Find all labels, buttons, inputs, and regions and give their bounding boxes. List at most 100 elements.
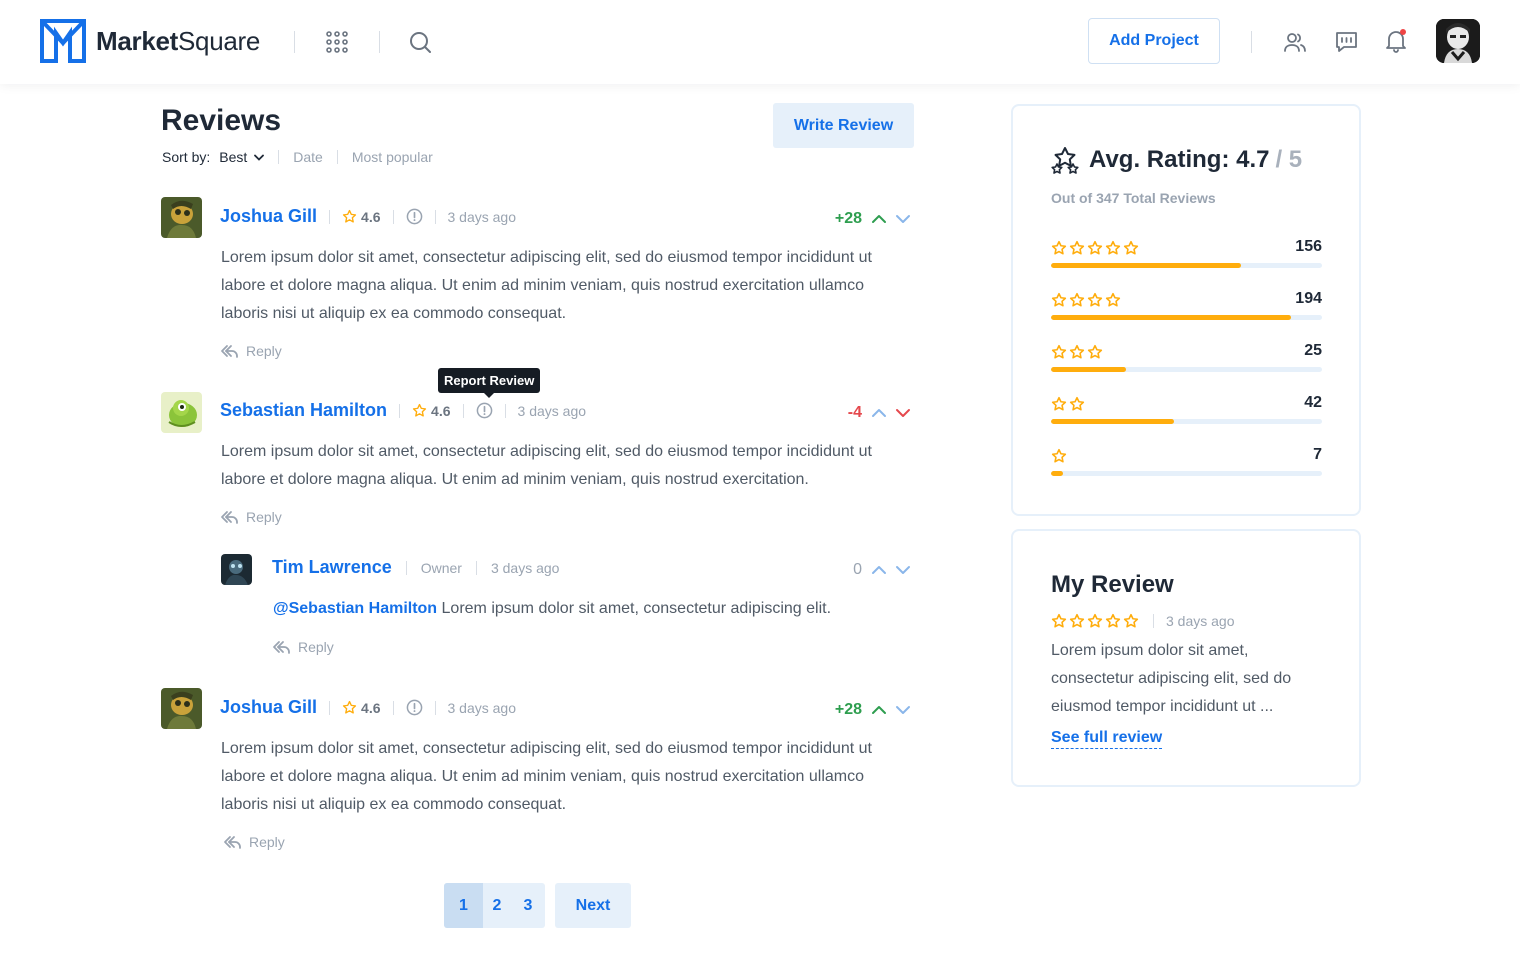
divider <box>405 560 407 575</box>
star-icon <box>1069 240 1085 255</box>
review-time: 3 days ago <box>490 559 560 576</box>
avatar[interactable] <box>161 392 202 433</box>
star-icon <box>1051 240 1067 255</box>
divider <box>1251 31 1252 53</box>
sort-dropdown[interactable]: Best <box>219 149 265 165</box>
search-icon[interactable] <box>408 30 432 54</box>
rating-bar-fill <box>1051 263 1241 268</box>
rating-count: 25 <box>1304 342 1322 359</box>
users-icon[interactable] <box>1282 30 1308 54</box>
reply-button[interactable]: Reply <box>272 639 334 655</box>
mention-link[interactable]: @Sebastian Hamilton <box>273 600 437 617</box>
star-icon <box>1123 613 1139 628</box>
star-icon <box>1105 292 1121 307</box>
rating-bar-track <box>1051 367 1322 372</box>
divider <box>278 150 280 164</box>
downvote-icon[interactable] <box>892 402 914 424</box>
row-stars <box>1051 448 1069 464</box>
star-icon <box>342 700 357 714</box>
divider <box>329 209 331 224</box>
pagination: 1 2 3 Next <box>444 883 631 928</box>
page-title: Reviews <box>161 104 282 137</box>
reply-text: @Sebastian Hamilton Lorem ipsum dolor si… <box>273 595 913 623</box>
report-icon[interactable] <box>406 208 423 225</box>
rating-bar-fill <box>1051 471 1064 476</box>
chat-icon[interactable] <box>1334 30 1358 54</box>
sort-option-most-popular[interactable]: Most popular <box>352 149 433 165</box>
upvote-icon[interactable] <box>868 559 890 581</box>
upvote-icon[interactable] <box>868 402 890 424</box>
next-page-button[interactable]: Next <box>555 883 631 928</box>
upvote-icon[interactable] <box>868 208 890 230</box>
row-stars <box>1051 240 1141 256</box>
add-project-button[interactable]: Add Project <box>1088 18 1220 64</box>
rating-row-1-stars: 7 <box>1051 446 1322 478</box>
review-time: 3 days ago <box>447 699 517 716</box>
rating-bar-fill <box>1051 419 1175 424</box>
rating-count: 7 <box>1313 446 1322 463</box>
divider <box>1153 614 1154 628</box>
total-reviews: Out of 347 Total Reviews <box>1051 190 1216 206</box>
reply-label: Reply <box>249 834 285 850</box>
page-1-button[interactable]: 1 <box>444 883 483 928</box>
user-avatar[interactable] <box>1436 19 1480 63</box>
downvote-icon[interactable] <box>892 559 914 581</box>
avatar[interactable] <box>161 688 202 729</box>
reviewer-name[interactable]: Sebastian Hamilton <box>220 400 387 421</box>
reviewer-name[interactable]: Joshua Gill <box>220 206 317 227</box>
divider <box>434 209 436 224</box>
write-review-button[interactable]: Write Review <box>773 103 914 148</box>
star-icon <box>1069 613 1085 628</box>
rating-summary-card: Avg. Rating: 4.7 / 5 Out of 347 Total Re… <box>1011 104 1361 516</box>
logo-icon[interactable] <box>40 19 86 63</box>
divider <box>434 700 436 715</box>
rating-count: 42 <box>1304 394 1322 411</box>
reply-header: Tim Lawrence Owner 3 days ago <box>272 557 559 578</box>
reviewer-name[interactable]: Joshua Gill <box>220 697 317 718</box>
reply-button[interactable]: Reply <box>220 509 282 525</box>
reply-button[interactable]: Reply <box>223 834 285 850</box>
review-rating: 4.6 <box>412 403 451 419</box>
brand-name[interactable]: MarketSquare <box>96 26 260 57</box>
downvote-icon[interactable] <box>892 208 914 230</box>
star-icon <box>1123 240 1139 255</box>
page-3-button[interactable]: 3 <box>511 883 545 928</box>
review-rating: 4.6 <box>342 699 381 716</box>
avg-rating-value: Avg. Rating: 4.7 <box>1089 146 1270 173</box>
star-icon <box>1105 240 1121 255</box>
apps-grid-icon[interactable] <box>324 30 350 54</box>
star-icon <box>1051 396 1067 411</box>
reply-button[interactable]: Reply <box>220 343 282 359</box>
rating-bar-fill <box>1051 367 1126 372</box>
review-time: 3 days ago <box>517 402 587 419</box>
sort-option-date[interactable]: Date <box>293 149 323 165</box>
divider <box>392 209 394 224</box>
report-icon[interactable] <box>476 402 493 419</box>
rating-value: 4.6 <box>361 699 381 716</box>
vote-control: +28 <box>822 208 914 230</box>
page-2-button[interactable]: 2 <box>483 883 511 928</box>
avg-rating-total: / 5 <box>1275 146 1303 173</box>
avatar[interactable] <box>161 197 202 238</box>
sort-bar: Sort by: Best Date Most popular <box>162 149 433 165</box>
my-review-title: My Review <box>1051 571 1174 598</box>
divider <box>392 700 394 715</box>
review-header: Joshua Gill 4.6 3 days ago <box>220 697 516 718</box>
my-review-meta: 3 days ago <box>1051 613 1235 629</box>
upvote-icon[interactable] <box>868 699 890 721</box>
vote-control: +28 <box>822 699 914 721</box>
row-stars <box>1051 292 1123 308</box>
downvote-icon[interactable] <box>892 699 914 721</box>
see-full-review-link[interactable]: See full review <box>1051 728 1163 749</box>
star-icon <box>1087 613 1103 628</box>
report-icon[interactable] <box>406 699 423 716</box>
brand-bold: Market <box>96 26 179 56</box>
divider <box>399 403 401 418</box>
avg-rating-title: Avg. Rating: 4.7 / 5 <box>1051 146 1302 174</box>
avatar[interactable] <box>221 554 252 585</box>
rating-row-3-stars: 25 <box>1051 342 1322 374</box>
divider <box>379 31 380 53</box>
reviewer-name[interactable]: Tim Lawrence <box>272 557 392 578</box>
bell-icon[interactable] <box>1384 28 1408 54</box>
notification-dot <box>1400 29 1406 35</box>
